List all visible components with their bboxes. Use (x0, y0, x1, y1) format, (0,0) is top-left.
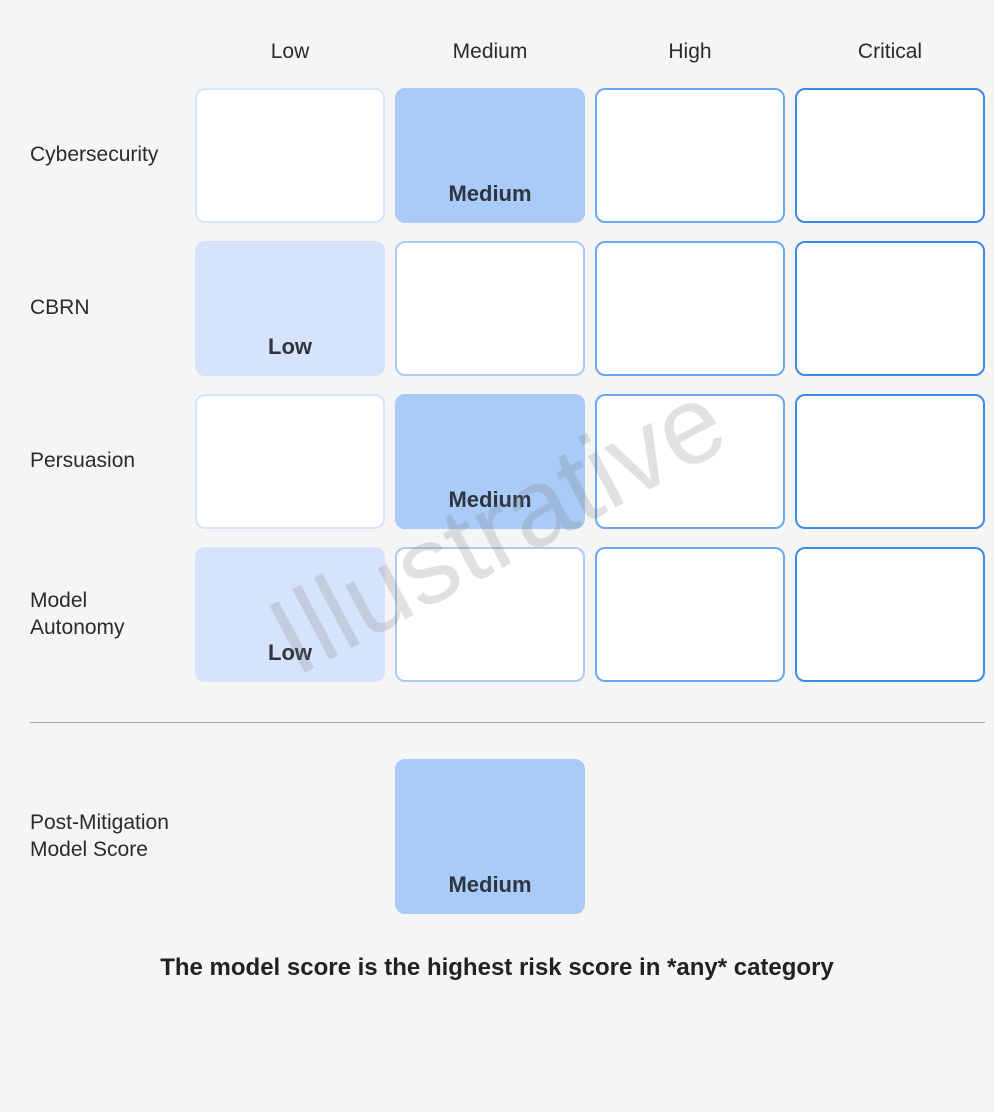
cell-label: Medium (448, 181, 531, 207)
result-spacer-critical (795, 759, 985, 914)
cell-persuasion-medium: Medium (395, 394, 585, 529)
footer-note: The model score is the highest risk scor… (30, 954, 964, 982)
separator (30, 722, 985, 723)
col-header-critical: Critical (795, 40, 985, 70)
cell-cybersecurity-high (595, 88, 785, 223)
col-header-high: High (595, 40, 785, 70)
cell-persuasion-low (195, 394, 385, 529)
cell-model-autonomy-high (595, 547, 785, 682)
cell-result-medium: Medium (395, 759, 585, 914)
risk-grid: Low Medium High Critical Cybersecurity M… (30, 40, 964, 914)
cell-label: Medium (448, 872, 531, 898)
cell-label: Low (268, 334, 312, 360)
cell-persuasion-critical (795, 394, 985, 529)
cell-model-autonomy-critical (795, 547, 985, 682)
cell-cybersecurity-critical (795, 88, 985, 223)
col-header-low: Low (195, 40, 385, 70)
cell-label: Medium (448, 487, 531, 513)
cell-cybersecurity-medium: Medium (395, 88, 585, 223)
row-label-cybersecurity: Cybersecurity (30, 88, 185, 223)
row-label-persuasion: Persuasion (30, 394, 185, 529)
cell-model-autonomy-low: Low (195, 547, 385, 682)
cell-cybersecurity-low (195, 88, 385, 223)
cell-cbrn-high (595, 241, 785, 376)
result-spacer-low (195, 759, 385, 914)
cell-cbrn-medium (395, 241, 585, 376)
cell-label: Low (268, 640, 312, 666)
row-label-cbrn: CBRN (30, 241, 185, 376)
grid-corner-spacer (30, 40, 185, 70)
result-spacer-high (595, 759, 785, 914)
col-header-medium: Medium (395, 40, 585, 70)
cell-model-autonomy-medium (395, 547, 585, 682)
cell-cbrn-low: Low (195, 241, 385, 376)
cell-persuasion-high (595, 394, 785, 529)
cell-cbrn-critical (795, 241, 985, 376)
row-label-model-autonomy: Model Autonomy (30, 547, 185, 682)
row-label-result: Post-Mitigation Model Score (30, 759, 185, 914)
